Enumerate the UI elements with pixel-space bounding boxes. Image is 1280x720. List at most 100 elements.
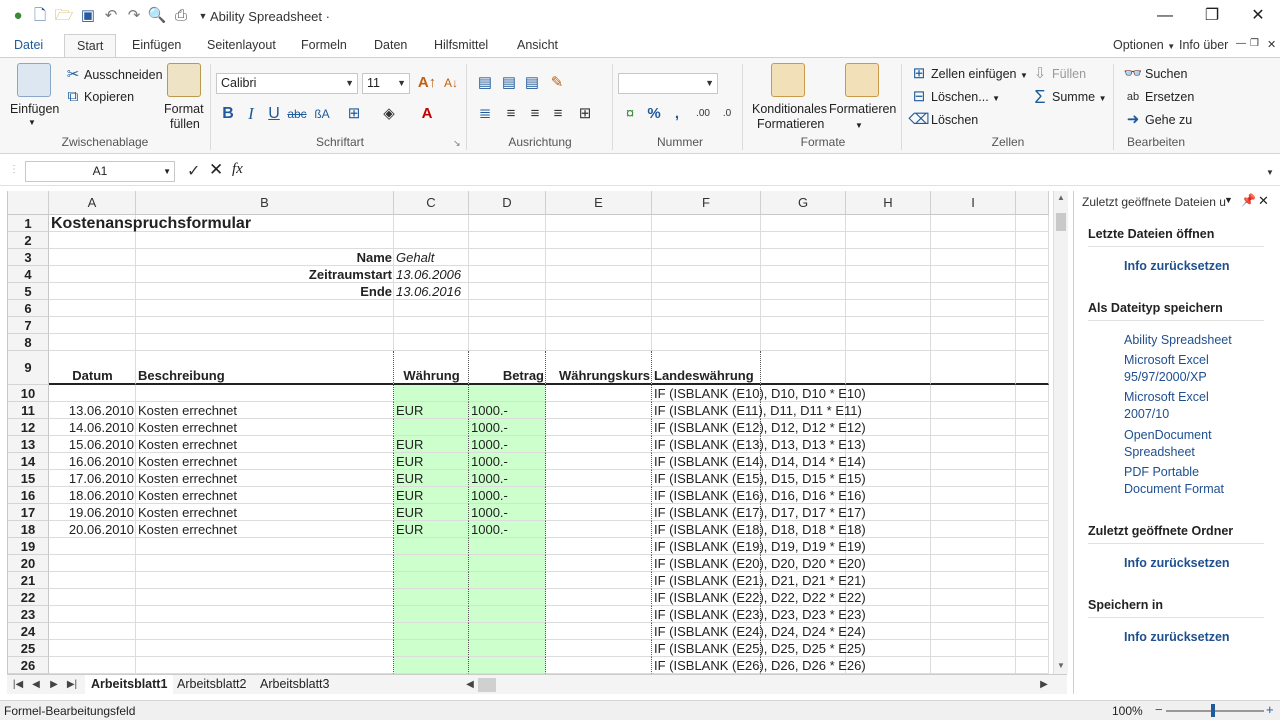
filetype-ability-link[interactable]: Ability Spreadsheet: [1124, 332, 1232, 349]
cell[interactable]: [394, 232, 469, 249]
cell[interactable]: [761, 300, 846, 317]
cell[interactable]: [49, 266, 136, 283]
label-name[interactable]: Name: [136, 249, 394, 266]
cell[interactable]: [469, 266, 546, 283]
reset-save-in-link[interactable]: Info zurücksetzen: [1124, 629, 1230, 646]
cell-formula[interactable]: IF (ISBLANK (E12), D12, D12 * E12): [652, 419, 912, 436]
cell-description[interactable]: [136, 623, 394, 640]
cell[interactable]: [931, 232, 1016, 249]
insert-cells-button[interactable]: Zellen einfügen ▼: [931, 67, 1028, 81]
filetype-pdf-link[interactable]: PDF Portable Document Format: [1124, 464, 1224, 498]
cell-date[interactable]: [49, 538, 136, 555]
row-header[interactable]: 10: [8, 385, 49, 402]
cell-amount[interactable]: 1000.-: [469, 504, 546, 521]
comma-style-icon[interactable]: ,: [666, 104, 688, 124]
cell-date[interactable]: 19.06.2010: [49, 504, 136, 521]
cell[interactable]: [931, 572, 1016, 589]
cell[interactable]: [931, 351, 1016, 385]
cell-currency[interactable]: EUR: [394, 487, 469, 504]
cell[interactable]: [1016, 623, 1049, 640]
cell-currency[interactable]: EUR: [394, 402, 469, 419]
cell-formula[interactable]: IF (ISBLANK (E26), D26, D26 * E26): [652, 657, 912, 674]
cell[interactable]: [931, 470, 1016, 487]
cell[interactable]: [546, 453, 652, 470]
cell-amount[interactable]: 1000.-: [469, 436, 546, 453]
cell-description[interactable]: [136, 385, 394, 402]
cell-date[interactable]: 14.06.2010: [49, 419, 136, 436]
row-header[interactable]: 16: [8, 487, 49, 504]
currency-icon[interactable]: ¤: [619, 104, 641, 124]
cell-amount[interactable]: [469, 623, 546, 640]
cell[interactable]: [931, 334, 1016, 351]
prev-sheet-icon[interactable]: ◀: [29, 677, 43, 693]
cell-amount[interactable]: [469, 657, 546, 674]
cell[interactable]: [1016, 555, 1049, 572]
header-exchange-rate[interactable]: Währungskurs: [546, 351, 652, 385]
cell-description[interactable]: [136, 589, 394, 606]
cell[interactable]: [931, 623, 1016, 640]
row-header[interactable]: 7: [8, 317, 49, 334]
paste-button[interactable]: Einfügen: [10, 102, 59, 116]
fill-button[interactable]: Füllen: [1052, 67, 1086, 81]
column-header[interactable]: G: [761, 191, 846, 215]
cell-currency[interactable]: [394, 623, 469, 640]
row-header[interactable]: 18: [8, 521, 49, 538]
tab-formulas[interactable]: Formeln: [289, 34, 359, 58]
scroll-right-icon[interactable]: ▶: [1037, 677, 1051, 693]
cell-formula[interactable]: IF (ISBLANK (E19), D19, D19 * E19): [652, 538, 912, 555]
paste-dropdown-icon[interactable]: ▼: [28, 118, 36, 127]
cell[interactable]: [652, 232, 761, 249]
row-header[interactable]: 17: [8, 504, 49, 521]
font-color-icon[interactable]: A: [416, 104, 438, 124]
cell[interactable]: [1016, 283, 1049, 300]
row-header[interactable]: 23: [8, 606, 49, 623]
pin-icon[interactable]: 📌: [1241, 193, 1256, 207]
cell-formula[interactable]: IF (ISBLANK (E25), D25, D25 * E25): [652, 640, 912, 657]
align-middle-icon[interactable]: ▤: [498, 73, 520, 93]
cell[interactable]: [546, 572, 652, 589]
expand-formula-icon[interactable]: ▼: [1266, 168, 1274, 177]
cell[interactable]: [1016, 504, 1049, 521]
cell-date[interactable]: 13.06.2010: [49, 402, 136, 419]
cell[interactable]: [931, 385, 1016, 402]
cell[interactable]: [1016, 657, 1049, 674]
row-header[interactable]: 22: [8, 589, 49, 606]
cell[interactable]: [931, 606, 1016, 623]
cell-amount[interactable]: [469, 640, 546, 657]
format-styles-icon[interactable]: [845, 63, 879, 97]
cell[interactable]: [1016, 589, 1049, 606]
cell[interactable]: [1016, 317, 1049, 334]
label-period-start[interactable]: Zeitraumstart: [136, 266, 394, 283]
cell[interactable]: [546, 504, 652, 521]
cell-amount[interactable]: 1000.-: [469, 453, 546, 470]
next-sheet-icon[interactable]: ▶: [47, 677, 61, 693]
cell-description[interactable]: Kosten errechnet: [136, 521, 394, 538]
cell[interactable]: [761, 249, 846, 266]
zoom-out-icon[interactable]: −: [1155, 702, 1163, 717]
spreadsheet-grid[interactable]: A B C D E F G H I 1 2 3 4 5 6 7 8 9 10 11 12 13 14 15 16 17 18 19 20…: [7, 191, 1053, 674]
row-header[interactable]: 21: [8, 572, 49, 589]
cell[interactable]: [846, 232, 931, 249]
cut-button[interactable]: Ausschneiden: [84, 68, 163, 82]
cell-amount[interactable]: [469, 606, 546, 623]
cell[interactable]: [931, 657, 1016, 674]
shrink-font-icon[interactable]: A↓: [440, 73, 462, 93]
cell[interactable]: [546, 232, 652, 249]
cell[interactable]: [1016, 300, 1049, 317]
horizontal-scroll-thumb[interactable]: [478, 678, 496, 692]
cell[interactable]: [469, 249, 546, 266]
cell[interactable]: [1016, 453, 1049, 470]
options-menu[interactable]: Optionen ▼: [1113, 38, 1175, 52]
print-preview-icon[interactable]: 🔍: [147, 7, 167, 25]
cell-date[interactable]: [49, 640, 136, 657]
cell-date[interactable]: [49, 572, 136, 589]
cell-currency[interactable]: [394, 419, 469, 436]
cell[interactable]: [652, 283, 761, 300]
header-description[interactable]: Beschreibung: [136, 351, 394, 385]
cell[interactable]: [546, 538, 652, 555]
cell-formula[interactable]: IF (ISBLANK (E21), D21, D21 * E21): [652, 572, 912, 589]
align-top-icon[interactable]: ▤: [474, 73, 496, 93]
cell[interactable]: [546, 487, 652, 504]
minimize-icon[interactable]: —: [1145, 4, 1185, 28]
underline-icon[interactable]: U: [263, 104, 285, 124]
